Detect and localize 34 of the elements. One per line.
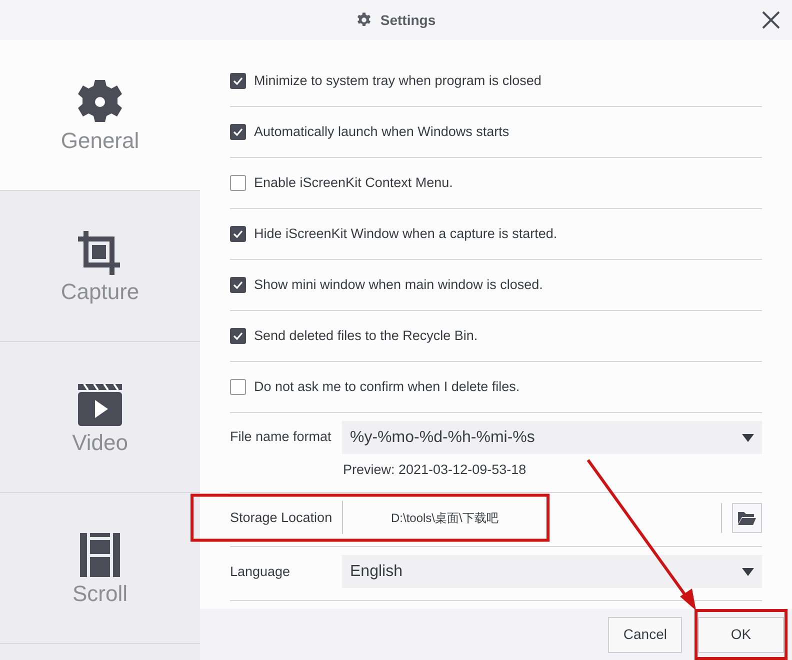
preview-text: Preview: 2021-03-12-09-53-18 <box>343 461 526 479</box>
field-label: Storage Location <box>230 508 334 527</box>
option-label: Minimize to system tray when program is closed <box>254 72 542 90</box>
option-label: Hide iScreenKit Window when a capture is started. <box>254 224 558 243</box>
checkbox[interactable] <box>230 175 246 191</box>
dropdown[interactable]: English <box>342 555 762 588</box>
option-label: Send deleted files to the Recycle Bin. <box>254 326 478 345</box>
dropdown-caret-icon <box>742 434 754 442</box>
option-label: Do not ask me to confirm when I delete files. <box>254 378 520 396</box>
gear-icon <box>356 12 372 28</box>
checkmark-icon <box>232 228 244 240</box>
option-label: Show mini window when main window is closed. <box>254 276 543 294</box>
checkbox[interactable] <box>230 328 246 344</box>
checkmark-icon <box>232 126 244 138</box>
cancel-button[interactable]: Cancel <box>608 616 682 652</box>
option-label: Enable iScreenKit Context Menu. <box>254 174 453 192</box>
checkbox[interactable] <box>230 277 246 293</box>
browse-folder-button[interactable] <box>732 502 762 533</box>
field-label: File name format <box>230 428 332 446</box>
path-field[interactable]: D:\tools\桌面\下载吧 <box>342 501 711 534</box>
checkbox[interactable] <box>230 226 246 242</box>
dropdown-caret-icon <box>742 568 754 576</box>
folder-icon <box>738 510 756 525</box>
option-label: Automatically launch when Windows starts <box>254 122 510 141</box>
checkbox[interactable] <box>230 379 246 395</box>
dropdown[interactable]: %y-%mo-%d-%h-%mi-%s <box>342 421 762 454</box>
checkbox[interactable] <box>230 124 246 140</box>
checkmark-icon <box>232 330 244 342</box>
window-title: Settings <box>380 10 436 30</box>
checkmark-icon <box>232 279 244 291</box>
checkbox[interactable] <box>230 73 246 89</box>
ok-button[interactable]: OK <box>698 616 784 652</box>
field-label: Language <box>230 562 292 581</box>
checkmark-icon <box>232 75 244 87</box>
